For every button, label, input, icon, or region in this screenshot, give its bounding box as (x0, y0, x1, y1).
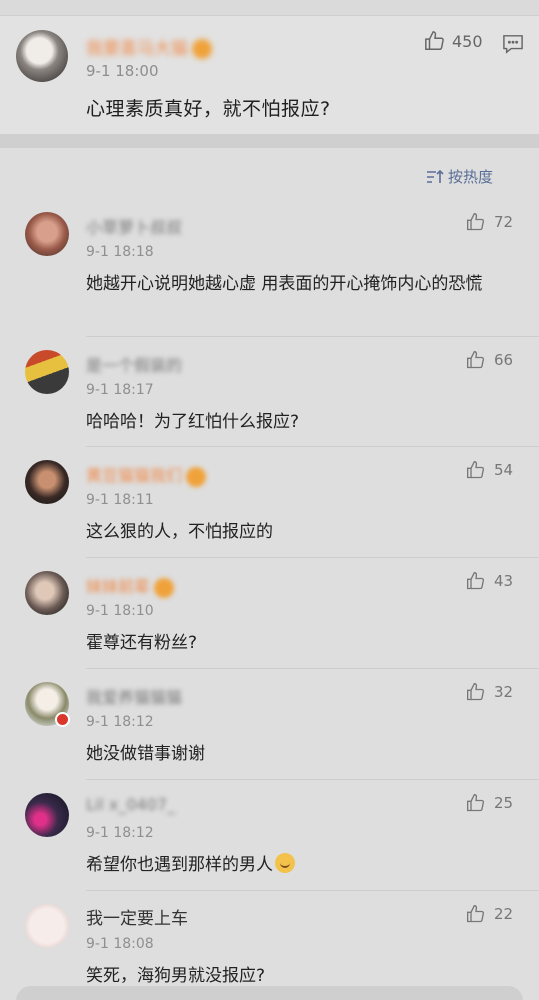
sort-by-hot-button[interactable]: 按热度 (426, 166, 493, 187)
username[interactable]: 黄豆猫猫我们 (86, 462, 207, 487)
member-badge-icon (192, 39, 212, 59)
verified-badge-icon (55, 712, 70, 727)
divider (86, 668, 539, 669)
thumbs-up-icon (467, 571, 485, 590)
comment-time: 9-1 18:11 (86, 492, 154, 508)
main-comment-time: 9-1 18:00 (86, 62, 159, 80)
like-count: 43 (494, 572, 514, 590)
like-button[interactable]: 72 (466, 212, 513, 232)
divider (86, 336, 539, 337)
comment-text: 霍尊还有粉丝? (86, 633, 198, 653)
username[interactable]: 妹妹前辈 (86, 573, 175, 598)
reply-list: 按热度 小草萝卜叔叔 9-1 18:18 她越开心说明她越心虚 用表面的开心掩饰… (0, 148, 539, 1000)
comment-icon (503, 35, 523, 54)
list-item: 我一定要上车 9-1 18:08 笑死，海狗男就没报应? 22 (0, 892, 539, 1000)
like-button[interactable]: 43 (466, 571, 513, 591)
avatar[interactable] (25, 904, 69, 948)
thumbs-up-icon (467, 460, 485, 479)
like-button[interactable]: 22 (466, 904, 513, 924)
comment-time: 9-1 18:18 (86, 244, 154, 260)
list-item: Lil x_0407_ 9-1 18:12 希望你也遇到那样的男人 25 (0, 781, 539, 892)
like-count: 72 (494, 213, 514, 231)
top-divider (0, 0, 539, 16)
avatar[interactable] (25, 460, 69, 504)
thumbs-up-icon (425, 31, 444, 50)
list-item: 是一个假装的 9-1 18:17 哈哈哈！为了红怕什么报应? 66 (0, 338, 539, 448)
like-button[interactable]: 25 (466, 793, 513, 813)
like-count: 54 (494, 461, 514, 479)
comment-text: 她没做错事谢谢 (86, 744, 205, 764)
username[interactable]: 我爱养猫猫猫 (86, 684, 182, 708)
like-button[interactable]: 66 (466, 350, 513, 370)
list-item: 小草萝卜叔叔 9-1 18:18 她越开心说明她越心虚 用表面的开心掩饰内心的恐… (0, 200, 539, 338)
avatar[interactable] (25, 350, 69, 394)
like-count: 66 (494, 351, 514, 369)
thumbs-up-icon (467, 904, 485, 923)
list-item: 我爱养猫猫猫 9-1 18:12 她没做错事谢谢 32 (0, 670, 539, 781)
thumbs-up-icon (467, 212, 485, 231)
member-badge-icon (186, 466, 207, 487)
thumbs-up-icon (467, 682, 485, 701)
list-item: 妹妹前辈 9-1 18:10 霍尊还有粉丝? 43 (0, 559, 539, 670)
comment-text: 希望你也遇到那样的男人 (86, 851, 516, 880)
comment-time: 9-1 18:12 (86, 825, 154, 841)
comment-text: 这么狠的人，不怕报应的 (86, 522, 273, 542)
sort-label: 按热度 (448, 168, 494, 186)
list-item: 黄豆猫猫我们 9-1 18:11 这么狠的人，不怕报应的 54 (0, 448, 539, 559)
like-button[interactable]: 32 (466, 682, 513, 702)
main-comment-like-button[interactable]: 450 (424, 30, 483, 52)
divider (86, 890, 539, 891)
avatar[interactable] (25, 212, 69, 256)
main-comment: 我要喜马大猫 9-1 18:00 心理素质真好，就不怕报应? 450 (0, 16, 539, 134)
comment-time: 9-1 18:10 (86, 603, 154, 619)
divider (86, 557, 539, 558)
like-count: 25 (494, 794, 514, 812)
main-comment-username[interactable]: 我要喜马大猫 (86, 34, 212, 59)
username[interactable]: Lil x_0407_ (86, 795, 175, 814)
username[interactable]: 我一定要上车 (86, 904, 188, 929)
like-button[interactable]: 54 (466, 460, 513, 480)
comment-time: 9-1 18:12 (86, 714, 154, 730)
avatar[interactable] (25, 793, 69, 837)
avatar[interactable] (16, 30, 68, 82)
divider (86, 779, 539, 780)
comment-time: 9-1 18:08 (86, 936, 154, 952)
doge-emoji-icon (275, 853, 295, 873)
like-count: 32 (494, 683, 514, 701)
like-count: 450 (452, 31, 483, 51)
comment-time: 9-1 18:17 (86, 382, 154, 398)
comment-text: 她越开心说明她越心虚 用表面的开心掩饰内心的恐慌 (86, 274, 483, 294)
thumbs-up-icon (467, 350, 485, 369)
username[interactable]: 是一个假装的 (86, 352, 182, 376)
reply-button[interactable] (502, 34, 524, 58)
username[interactable]: 小草萝卜叔叔 (86, 214, 182, 238)
sort-icon (427, 169, 444, 183)
reply-input-bar[interactable] (16, 986, 523, 1000)
section-divider (0, 134, 539, 148)
comment-text: 哈哈哈！为了红怕什么报应? (86, 412, 300, 432)
avatar[interactable] (25, 571, 69, 615)
member-badge-icon (154, 577, 175, 598)
like-count: 22 (494, 905, 514, 923)
thumbs-up-icon (467, 793, 485, 812)
divider (86, 446, 539, 447)
main-comment-text: 心理素质真好，就不怕报应? (86, 98, 331, 120)
